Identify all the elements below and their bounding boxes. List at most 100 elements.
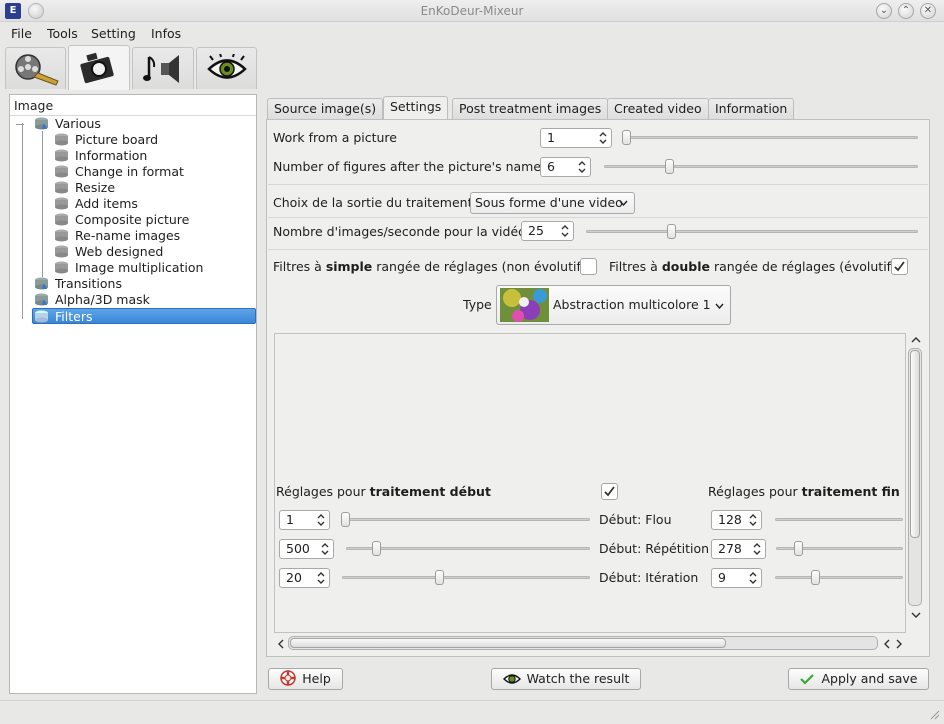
- end-adjust-label: Réglages pour traitement fin: [708, 484, 900, 499]
- tab-post-treatment-images[interactable]: Post treatment images: [452, 98, 609, 119]
- end-repetition-spinbox[interactable]: 278: [711, 539, 766, 559]
- spin-arrows-icon[interactable]: [752, 541, 762, 557]
- start-repetition-spinbox[interactable]: 500: [279, 539, 334, 559]
- tree-item-various[interactable]: Various: [34, 116, 101, 132]
- database-icon: [54, 261, 69, 274]
- spin-arrows-icon[interactable]: [598, 130, 608, 146]
- fps-slider-track[interactable]: [586, 230, 918, 233]
- end-repetition-slider-handle[interactable]: [793, 541, 803, 556]
- minimize-icon[interactable]: ⌄: [876, 3, 892, 19]
- start-flou-slider-track[interactable]: [341, 518, 590, 521]
- watch-result-button[interactable]: Watch the result: [491, 668, 641, 690]
- menu-file[interactable]: File: [11, 26, 32, 41]
- tree-item-resize[interactable]: Resize: [54, 180, 115, 196]
- tree-item-composite-picture[interactable]: Composite picture: [54, 212, 189, 228]
- spin-arrows-icon[interactable]: [748, 570, 758, 586]
- camera-icon: [80, 52, 114, 84]
- vertical-scrollbar-track[interactable]: [908, 348, 922, 606]
- end-flou-spinbox[interactable]: 128: [711, 510, 762, 530]
- figures-after-name-slider-track[interactable]: [604, 165, 918, 168]
- database-icon: [54, 149, 69, 162]
- tree-item-add-items[interactable]: Add items: [54, 196, 138, 212]
- scroll-down-icon[interactable]: [910, 609, 922, 621]
- menu-infos[interactable]: Infos: [151, 26, 181, 41]
- resize-grip-icon[interactable]: [928, 708, 940, 720]
- start-repetition-slider-handle[interactable]: [371, 541, 381, 556]
- start-iteration-spinbox[interactable]: 20: [279, 568, 330, 588]
- figures-after-name-spinbox[interactable]: 6: [540, 157, 591, 177]
- flou-label: Début: Flou: [599, 512, 672, 527]
- tree-item-transitions[interactable]: Transitions: [34, 276, 122, 292]
- tree-item-alpha-3d-mask[interactable]: Alpha/3D mask: [34, 292, 150, 308]
- horizontal-scrollbar-track[interactable]: [288, 636, 878, 650]
- figures-after-name-slider-handle[interactable]: [665, 159, 674, 174]
- tree-item-web-designed[interactable]: Web designed: [54, 244, 163, 260]
- spin-arrows-icon[interactable]: [577, 159, 587, 175]
- horizontal-scrollbar-thumb[interactable]: [290, 638, 726, 648]
- spin-arrows-icon[interactable]: [316, 570, 326, 586]
- status-bar: [0, 700, 944, 724]
- simple-filter-checkbox[interactable]: [580, 258, 597, 275]
- help-button[interactable]: Help: [268, 668, 343, 690]
- fps-spinbox[interactable]: 25: [521, 221, 574, 241]
- menu-tools[interactable]: Tools: [47, 26, 78, 41]
- end-iteration-slider-handle[interactable]: [810, 570, 820, 585]
- start-adjust-checkbox[interactable]: [601, 483, 618, 500]
- maximize-icon[interactable]: ⌃: [898, 3, 914, 19]
- spin-arrows-icon[interactable]: [316, 512, 326, 528]
- tab-information[interactable]: Information: [708, 98, 795, 119]
- start-iteration-slider-handle[interactable]: [435, 570, 445, 585]
- tree-collapse-icon[interactable]: [16, 124, 24, 125]
- spin-arrows-icon[interactable]: [748, 512, 758, 528]
- end-iteration-spinbox[interactable]: 9: [711, 568, 762, 588]
- tree-item-picture-board[interactable]: Picture board: [54, 132, 158, 148]
- type-combobox[interactable]: Abstraction multicolore 1: [496, 285, 731, 325]
- close-icon[interactable]: ✕: [920, 3, 936, 19]
- apply-and-save-button[interactable]: Apply and save: [788, 668, 929, 690]
- end-iteration-slider-track[interactable]: [775, 576, 903, 579]
- output-choice-combobox[interactable]: Sous forme d'une video: [470, 192, 635, 214]
- vertical-scrollbar-thumb[interactable]: [910, 350, 920, 538]
- start-repetition-slider-track[interactable]: [346, 547, 590, 550]
- work-from-picture-slider-handle[interactable]: [622, 130, 631, 145]
- double-filter-checkbox[interactable]: [891, 258, 908, 275]
- database-icon: [54, 229, 69, 242]
- scroll-up-icon[interactable]: [910, 334, 922, 346]
- filter-preview-thumbnail: [500, 288, 549, 322]
- output-choice-label: Choix de la sortie du traitement: [273, 195, 473, 210]
- database-icon: [34, 277, 49, 290]
- fps-slider-handle[interactable]: [666, 224, 676, 239]
- scroll-right-icon[interactable]: [894, 638, 904, 650]
- tree-item-rename-images[interactable]: Re-name images: [54, 228, 180, 244]
- tab-preview[interactable]: [196, 47, 257, 89]
- start-flou-spinbox[interactable]: 1: [279, 510, 330, 530]
- window-title: EnKoDeur-Mixeur: [420, 4, 524, 18]
- tab-settings[interactable]: Settings: [383, 96, 449, 120]
- chevron-down-icon: [619, 200, 628, 206]
- end-flou-slider-track[interactable]: [775, 518, 903, 521]
- tab-source-images[interactable]: Source image(s): [267, 98, 384, 119]
- spin-arrows-icon[interactable]: [560, 223, 570, 239]
- tree-item-image-multiplication[interactable]: Image multiplication: [54, 260, 203, 276]
- tab-video[interactable]: [5, 47, 66, 89]
- work-from-picture-slider-track[interactable]: [622, 136, 918, 139]
- figures-after-name-label: Number of figures after the picture's na…: [273, 159, 542, 174]
- tab-audio[interactable]: [132, 47, 194, 89]
- database-icon: [54, 245, 69, 258]
- tree-item-change-in-format[interactable]: Change in format: [54, 164, 184, 180]
- check-icon: [800, 674, 815, 685]
- scroll-left-icon[interactable]: [276, 638, 286, 650]
- tree-item-filters[interactable]: Filters: [32, 308, 256, 324]
- tab-image[interactable]: [68, 45, 130, 90]
- start-flou-slider-handle[interactable]: [341, 512, 350, 527]
- work-from-picture-spinbox[interactable]: 1: [540, 128, 612, 148]
- tree-line: [22, 123, 23, 319]
- menu-setting[interactable]: Setting: [91, 26, 136, 41]
- database-icon: [54, 213, 69, 226]
- spin-arrows-icon[interactable]: [320, 541, 330, 557]
- tree-item-information[interactable]: Information: [54, 148, 147, 164]
- start-adjust-label: Réglages pour traitement début: [276, 484, 491, 499]
- start-iteration-slider-track[interactable]: [342, 576, 590, 579]
- tab-created-video[interactable]: Created video: [607, 98, 709, 119]
- scroll-left-icon[interactable]: [882, 638, 892, 650]
